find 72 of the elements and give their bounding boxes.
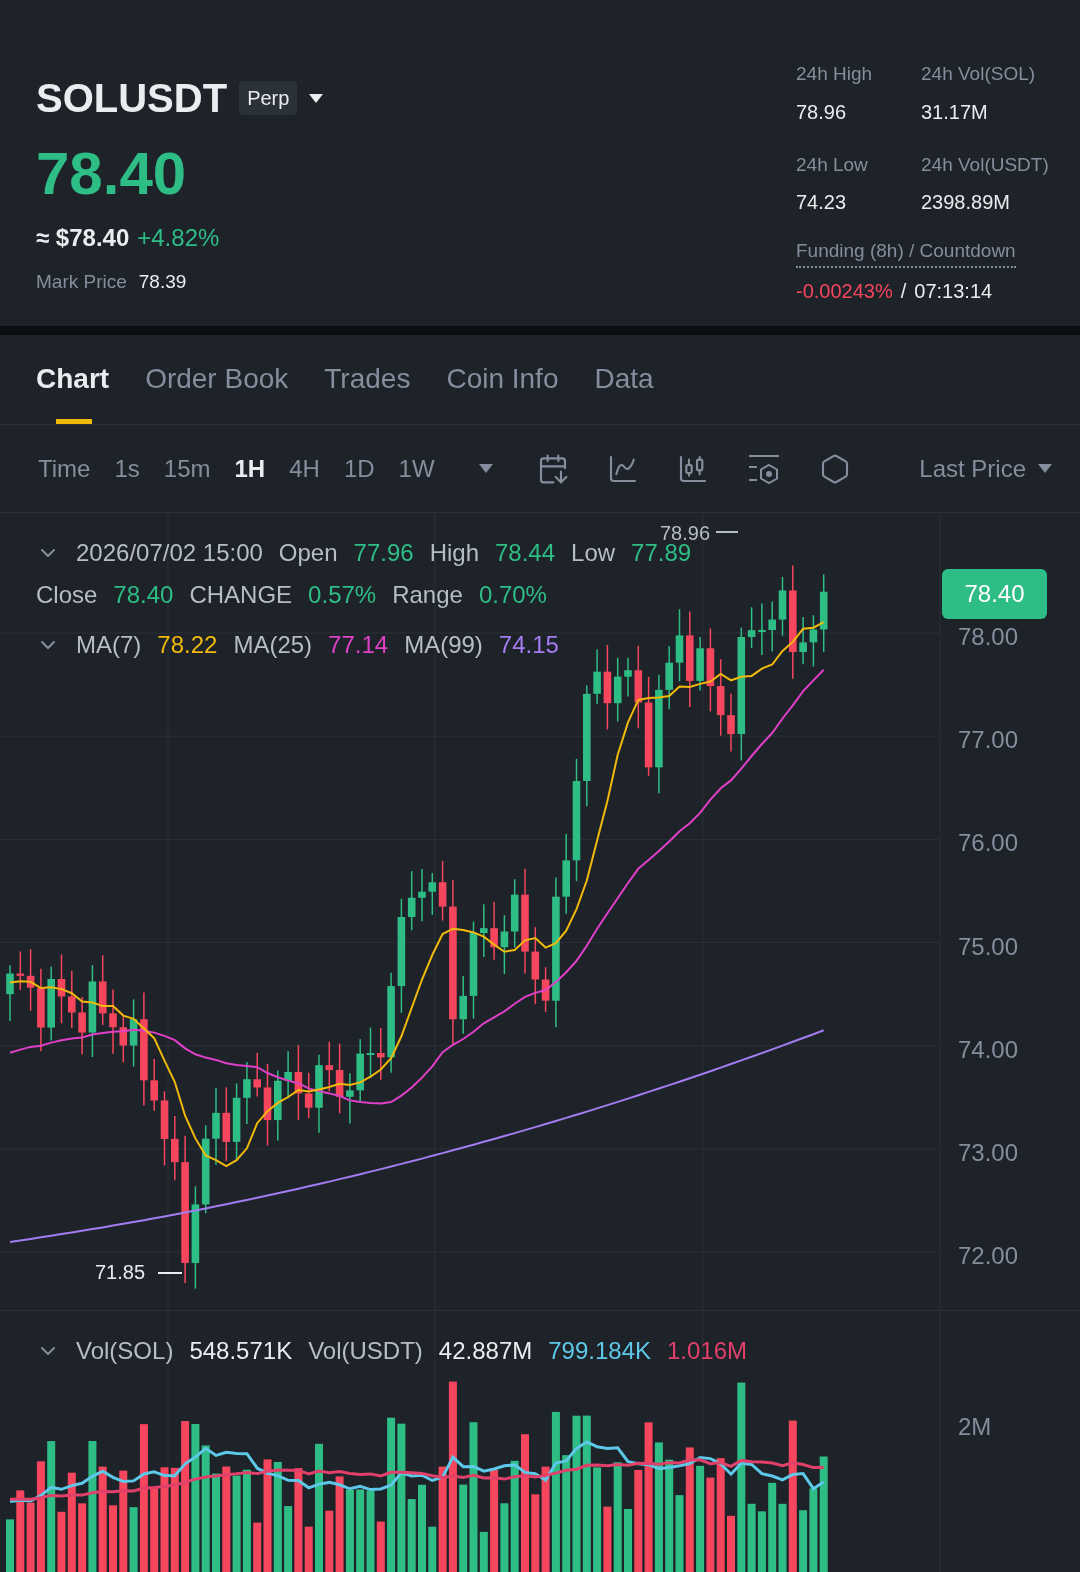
- caret-icon: [1038, 464, 1052, 473]
- stat-label: 24h High: [796, 62, 874, 86]
- contract-badge: Perp: [239, 81, 298, 115]
- ma-value: 74.15: [498, 630, 559, 660]
- candle-field-value: 77.96: [353, 538, 414, 568]
- ma-label: MA(7): [76, 630, 142, 660]
- separator-text: /: [900, 278, 907, 304]
- last-price: 78.40: [36, 144, 188, 204]
- candle-field-label: Range: [392, 580, 463, 610]
- interval-tab[interactable]: 1W: [398, 450, 435, 487]
- price-axis-label: 73.00: [958, 1138, 1019, 1168]
- candle-field-label: Close: [36, 580, 98, 610]
- price-axis-label: 76.00: [958, 828, 1019, 859]
- candle-field-value: 78.40: [113, 580, 174, 610]
- caret-icon: [309, 93, 324, 103]
- price-change: +4.82%: [137, 223, 220, 253]
- volume-average-value: 1.016M: [667, 1336, 748, 1366]
- candle-field-value: 78.44: [495, 538, 556, 568]
- interval-tab[interactable]: 15m: [163, 450, 211, 487]
- caret-icon: [478, 464, 493, 473]
- candle-field-label: CHANGE: [189, 580, 293, 610]
- candle-field-label: Open: [278, 538, 338, 568]
- low-marker: 71.85: [95, 1260, 146, 1285]
- leader-line: [715, 531, 739, 533]
- ma-value: 77.14: [328, 630, 389, 660]
- symbol-title: SOLUSDT: [36, 75, 228, 122]
- volume-value: 548.571K: [189, 1336, 293, 1366]
- tab[interactable]: Data: [594, 358, 654, 424]
- usd-price: ≈ $78.40: [36, 223, 130, 253]
- tab[interactable]: Order Book: [145, 358, 289, 424]
- stat-label: 24h Low: [796, 152, 869, 177]
- price-axis-label: 74.00: [958, 1034, 1019, 1065]
- interval-tab[interactable]: Time: [38, 450, 91, 487]
- mark-price: 78.39: [138, 270, 187, 294]
- price-type-dropdown[interactable]: Last Price: [919, 450, 1052, 487]
- interval-tab[interactable]: 4H: [289, 450, 320, 487]
- volume-average-value: 799.184K: [548, 1336, 651, 1366]
- ma-label: MA(99): [404, 630, 483, 660]
- tab[interactable]: Coin Info: [446, 358, 559, 424]
- interval-tab[interactable]: 1H: [234, 450, 266, 487]
- funding-rate: -0.00243%: [796, 278, 893, 304]
- stat-value: 2398.89M: [921, 190, 1011, 215]
- price-axis-label: 77.00: [958, 725, 1019, 756]
- ma-value: 78.22: [157, 630, 218, 660]
- indicator-settings-icon[interactable]: [746, 452, 781, 485]
- ma-label: MA(25): [233, 630, 313, 660]
- tab[interactable]: Chart: [36, 358, 110, 424]
- stat-value: 74.23: [796, 190, 848, 215]
- candle-field-label: Low: [571, 538, 616, 568]
- candle-field-value: 0.57%: [308, 580, 377, 610]
- funding-label[interactable]: Funding (8h) / Countdown: [796, 237, 1016, 268]
- stat-value: 31.17M: [921, 99, 989, 125]
- stat-label: 24h Vol(USDT): [921, 152, 1050, 177]
- price-axis-label: 75.00: [958, 931, 1019, 962]
- volume-label: Vol(SOL): [76, 1336, 174, 1366]
- price-axis-label: 72.00: [958, 1241, 1019, 1272]
- stat-value: 78.96: [796, 99, 848, 125]
- volume-value: 42.887M: [438, 1336, 533, 1366]
- price-axis-label: 78.00: [958, 622, 1019, 652]
- volume-label: Vol(USDT): [308, 1336, 423, 1366]
- mark-price-label: Mark Price: [36, 270, 127, 294]
- interval-tab[interactable]: 1s: [114, 450, 140, 487]
- volume-axis-label: 2M: [958, 1412, 992, 1442]
- stat-label: 24h Vol(SOL): [921, 62, 1037, 86]
- current-price-tag: 78.40: [942, 569, 1047, 619]
- leader-line: [157, 1272, 183, 1274]
- interval-tab[interactable]: 1D: [343, 450, 375, 487]
- tab[interactable]: Trades: [324, 358, 411, 424]
- countdown: 07:13:14: [914, 278, 993, 304]
- candle-field-value: 0.70%: [478, 580, 547, 610]
- candle-date: 2026/07/02 15:00: [76, 538, 263, 568]
- candle-field-label: High: [429, 538, 479, 568]
